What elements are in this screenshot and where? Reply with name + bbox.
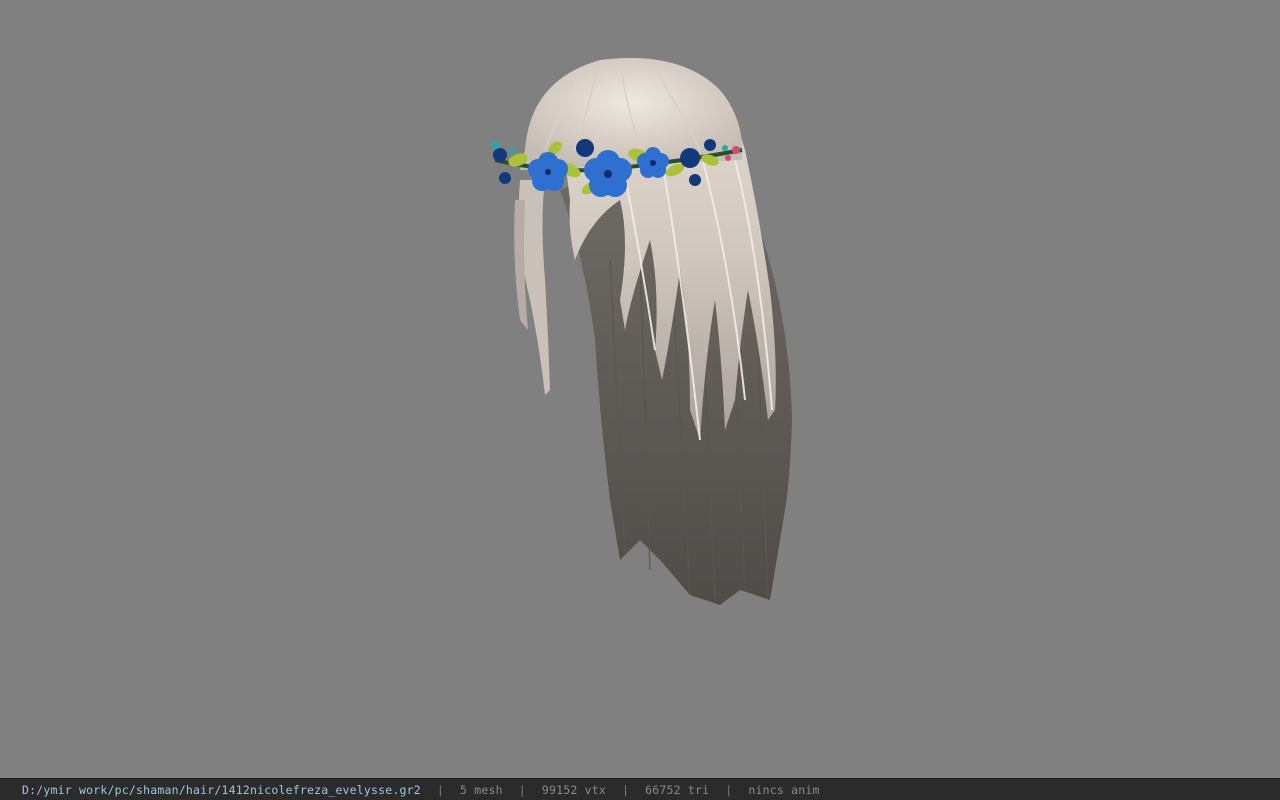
separator: |	[436, 782, 445, 797]
file-path: D:/ymir work/pc/shaman/hair/1412nicolefr…	[22, 782, 421, 797]
separator: |	[622, 782, 630, 797]
3d-viewport[interactable]	[0, 0, 1280, 778]
separator: |	[725, 782, 733, 797]
triangle-count: 66752 tri	[645, 782, 710, 797]
vertex-count: 99152 vtx	[541, 782, 607, 797]
status-bar: D:/ymir work/pc/shaman/hair/1412nicolefr…	[0, 778, 1280, 800]
separator: |	[518, 782, 526, 797]
mesh-count: 5 mesh	[460, 782, 503, 797]
anim-status: nincs anim	[748, 782, 820, 797]
hair-model-icon	[492, 58, 792, 605]
